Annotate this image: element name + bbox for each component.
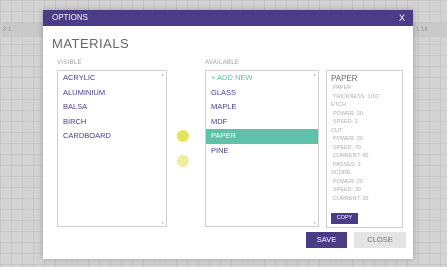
detail-line: PAPER [333,85,352,91]
available-label: AVAILABLE [205,60,240,66]
list-item[interactable]: BIRCH [58,115,166,130]
move-left-button[interactable] [177,130,189,142]
detail-section: SCORE [331,170,351,176]
scroll-down-icon[interactable]: ▼ [312,220,317,225]
copy-button[interactable]: COPY [331,213,358,224]
detail-line: CURRENT: 50 [333,153,369,159]
available-list[interactable]: + ADD NEW GLASS MAPLE MDF PAPER PINE ▲ ▼ [205,70,319,227]
page-title: MATERIALS [52,36,130,51]
list-item[interactable]: PINE [206,144,318,159]
detail-line: POWER: 20 [333,178,363,185]
list-item[interactable]: BALSA [58,100,166,115]
close-icon[interactable]: X [399,10,405,26]
list-item[interactable]: ACRYLIC [58,71,166,86]
visible-list[interactable]: ACRYLIC ALUMINIUM BALSA BIRCH CARDBOARD … [57,70,167,227]
move-right-button[interactable] [177,155,189,167]
ruler-right-label: 1 16 [416,27,428,33]
ruler-right: 1 16 [413,23,447,37]
detail-line: SPEED: 70 [333,144,361,151]
scroll-up-icon[interactable]: ▲ [312,72,317,77]
scrollbar[interactable]: ▲ ▼ [312,72,317,225]
add-new-item[interactable]: + ADD NEW [206,71,318,86]
dialog-titlebar: OPTIONS X [43,10,413,26]
options-dialog: OPTIONS X MATERIALS VISIBLE AVAILABLE AC… [43,10,413,259]
ruler-left: 8 1 [0,23,43,37]
detail-section: ETCH [331,102,346,108]
detail-line: THICKNESS: 1/16" [333,93,381,100]
save-button[interactable]: SAVE [306,232,347,248]
detail-line: SPEED: 2 [333,119,358,125]
detail-section: CUT [331,127,343,134]
scroll-down-icon[interactable]: ▼ [160,220,165,225]
detail-line: CURRENT: 30 [333,195,369,202]
dialog-title: OPTIONS [52,13,89,22]
list-item[interactable]: GLASS [206,86,318,101]
scroll-up-icon[interactable]: ▲ [160,72,165,77]
close-button[interactable]: CLOSE [354,232,406,248]
material-details-panel: PAPER PAPER THICKNESS: 1/16" ETCH POWER:… [326,70,403,228]
detail-line: POWER: 20 [333,110,363,117]
scrollbar[interactable]: ▲ ▼ [160,72,165,225]
ruler-left-label: 8 1 [3,27,12,33]
detail-line: PASSES: 2 [333,161,361,168]
visible-label: VISIBLE [57,60,82,66]
list-item[interactable]: CARDBOARD [58,129,166,144]
material-name: PAPER [331,74,358,83]
list-item[interactable]: MAPLE [206,100,318,115]
list-item-selected[interactable]: PAPER [206,129,318,144]
detail-line: SPEED: 30 [333,187,361,193]
list-item[interactable]: MDF [206,115,318,130]
detail-line: POWER: 20 [333,136,363,142]
list-item[interactable]: ALUMINIUM [58,86,166,101]
